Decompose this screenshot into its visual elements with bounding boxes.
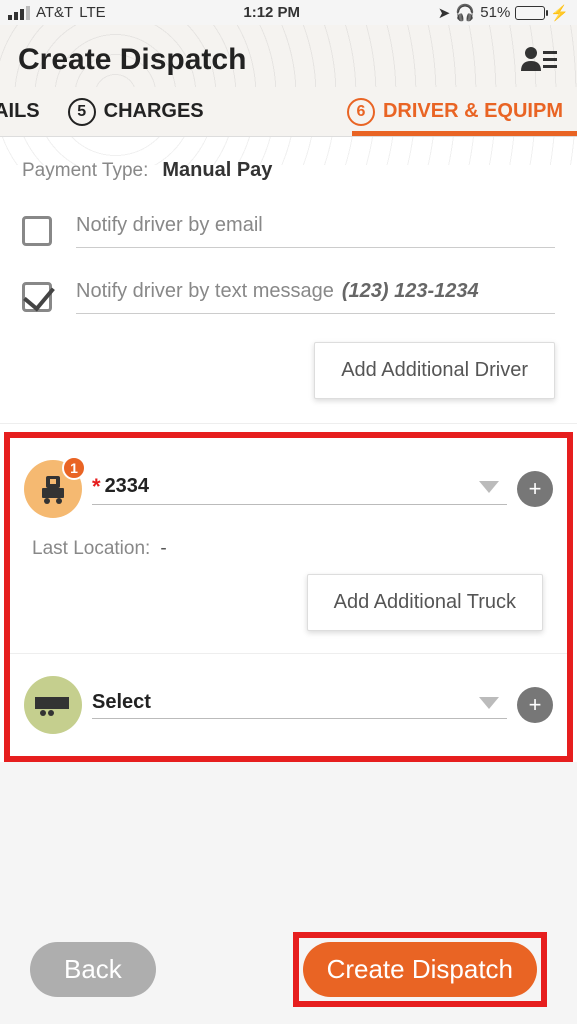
notify-email-checkbox[interactable] [22,216,52,246]
signal-icon [8,6,30,20]
clock: 1:12 PM [243,4,300,21]
page-header: Create Dispatch [0,25,577,87]
notify-email-label: Notify driver by email [76,214,555,248]
trailer-select[interactable]: Select [92,691,507,719]
footer-actions: Back Create Dispatch [0,914,577,1024]
trailer-section: Select + [10,653,567,756]
headphones-icon: 🎧 [455,3,475,23]
battery-icon [515,6,545,20]
required-indicator: * [92,474,101,500]
notify-sms-phone: (123) 123-1234 [342,280,479,303]
step-number-icon: 5 [68,98,96,126]
network-label: LTE [79,4,105,21]
add-additional-truck-button[interactable]: Add Additional Truck [307,574,543,631]
status-bar: AT&T LTE 1:12 PM ➤ 🎧 51% ⚡ [0,0,577,25]
chevron-down-icon [479,481,499,493]
create-button-highlight: Create Dispatch [293,932,547,1007]
trailer-placeholder: Select [92,691,479,714]
truck-select[interactable]: * 2334 [92,474,507,505]
driver-panel: Payment Type: Manual Pay Notify driver b… [0,137,577,424]
trailer-icon [24,676,82,734]
battery-pct: 51% [480,4,510,21]
step-number-icon: 6 [347,98,375,126]
carrier-label: AT&T [36,4,73,21]
create-dispatch-button[interactable]: Create Dispatch [303,942,537,997]
truck-section: 1 * 2334 + Last Location: - Add Addition… [10,438,567,653]
add-trailer-plus-button[interactable]: + [517,687,553,723]
back-button[interactable]: Back [30,942,156,997]
tab-details[interactable]: ETAILS [0,100,54,123]
payment-type-value: Manual Pay [162,159,272,182]
chevron-down-icon [479,697,499,709]
add-truck-plus-button[interactable]: + [517,471,553,507]
notify-sms-checkbox[interactable] [22,282,52,312]
page-title: Create Dispatch [18,43,246,77]
last-location-label: Last Location: [32,538,150,560]
truck-badge: 1 [62,456,86,480]
location-icon: ➤ [438,4,451,22]
charging-icon: ⚡ [550,4,569,22]
tab-charges[interactable]: 5 CHARGES [54,98,218,126]
profile-menu-button[interactable] [519,43,559,77]
active-tab-indicator [352,131,577,136]
add-additional-driver-button[interactable]: Add Additional Driver [314,342,555,399]
notify-sms-label: Notify driver by text message (123) 123-… [76,280,555,314]
payment-type-label: Payment Type: [22,160,148,182]
last-location-value: - [160,538,166,560]
tab-driver-equipment[interactable]: 6 DRIVER & EQUIPM [333,98,577,126]
equipment-highlight-box: 1 * 2334 + Last Location: - Add Addition… [4,432,573,762]
step-tabs: ETAILS 5 CHARGES 6 DRIVER & EQUIPM [0,87,577,137]
truck-value: 2334 [105,475,479,498]
